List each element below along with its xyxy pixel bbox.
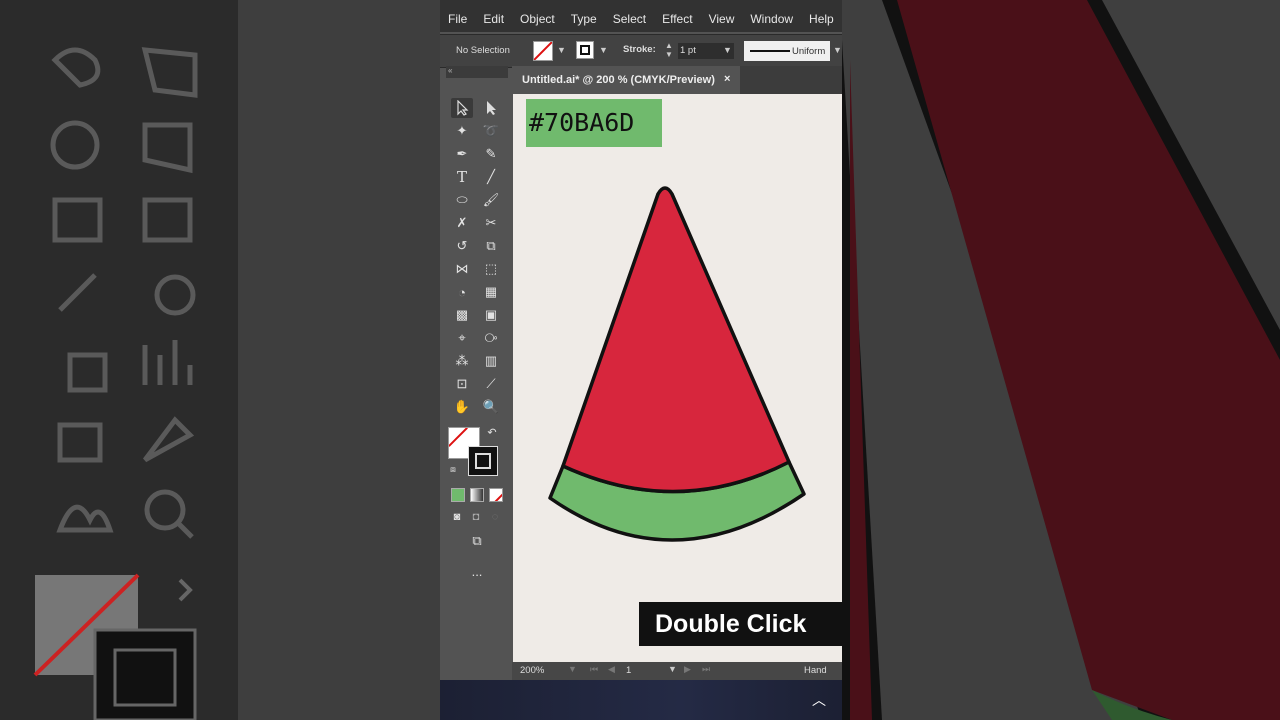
scissors-tool-icon[interactable]: ✂ — [480, 213, 502, 233]
draw-normal-icon[interactable]: ◙ — [448, 508, 466, 526]
tools-panel: « ✦ ➰ ✒ ✎ T ╱ ⬭ 🖌 ✗ ✂ ↺ ⧉ ⋈ ⬚ ◔ ▦ ▩ ▣ ⌖ … — [446, 66, 508, 680]
artboard-tool-icon[interactable]: ⊡ — [451, 374, 473, 394]
width-tool-icon[interactable]: ⋈ — [451, 259, 473, 279]
stroke-dropdown-chevron-icon[interactable]: ▼ — [599, 45, 608, 55]
selection-tool-icon[interactable] — [451, 98, 473, 118]
perspective-grid-tool-icon[interactable]: ▦ — [480, 282, 502, 302]
gradient-tool-icon[interactable]: ▣ — [480, 305, 502, 325]
document-tab-bar: Untitled.ai* @ 200 % (CMYK/Preview) × — [512, 66, 842, 94]
stroke-profile-line-icon — [750, 50, 790, 52]
paintbrush-tool-icon[interactable]: 🖌 — [480, 190, 502, 210]
stroke-weight-chevron-icon[interactable]: ▼ — [723, 45, 732, 55]
type-tool-icon[interactable]: T — [451, 167, 473, 187]
pen-tool-icon[interactable]: ✒ — [451, 144, 473, 164]
title-strip — [440, 0, 842, 8]
selection-status: No Selection — [456, 45, 510, 56]
shape-builder-tool-icon[interactable]: ◔ — [451, 282, 473, 302]
rotate-tool-icon[interactable]: ↺ — [451, 236, 473, 256]
current-tool-label: Hand — [804, 665, 827, 676]
magic-wand-tool-icon[interactable]: ✦ — [451, 121, 473, 141]
color-mode-icon[interactable] — [451, 488, 465, 502]
menu-file[interactable]: File — [440, 8, 475, 32]
default-fill-stroke-icon[interactable]: ⧈ — [447, 463, 459, 475]
collapse-panel-icon[interactable]: « — [448, 66, 452, 75]
edit-toolbar-icon[interactable]: ... — [466, 564, 488, 579]
draw-behind-icon[interactable]: ◘ — [467, 508, 485, 526]
background-zoomed-toolbar — [0, 0, 440, 720]
eyedropper-tool-icon[interactable]: ⌖ — [451, 328, 473, 348]
watermelon-flesh — [561, 186, 791, 494]
status-bar: 200% ▼ ⏮ ◀ 1 ▼ ▶ ⏭ Hand — [512, 662, 842, 680]
caption-overlay: Double Click — [639, 602, 842, 646]
menu-effect[interactable]: Effect — [654, 8, 700, 32]
illustrator-window: File Edit Object Type Select Effect View… — [440, 0, 842, 720]
menu-window[interactable]: Window — [742, 8, 801, 32]
stroke-profile-chevron-icon[interactable]: ▼ — [833, 45, 842, 55]
gradient-mode-icon[interactable] — [470, 488, 484, 502]
zoom-level[interactable]: 200% — [520, 665, 544, 676]
stroke-label: Stroke: — [623, 44, 656, 55]
zoom-chevron-icon[interactable]: ▼ — [568, 664, 577, 674]
last-artboard-icon[interactable]: ⏭ — [702, 664, 710, 675]
first-artboard-icon[interactable]: ⏮ — [590, 664, 598, 675]
draw-inside-icon[interactable]: ◌ — [486, 508, 504, 526]
previous-artboard-icon[interactable]: ◀ — [608, 664, 615, 675]
taskbar: ︿ — [440, 680, 842, 720]
close-tab-icon[interactable]: × — [724, 73, 730, 85]
mesh-tool-icon[interactable]: ▩ — [451, 305, 473, 325]
artboard[interactable]: #70BA6D Double Click — [513, 94, 842, 662]
menu-select[interactable]: Select — [605, 8, 654, 32]
stroke-profile-label: Uniform — [792, 46, 826, 57]
stroke-stepper-icon[interactable]: ▲ ▼ — [665, 41, 673, 59]
stroke-profile-dropdown[interactable]: Uniform — [744, 41, 830, 61]
stroke-color-swatch[interactable] — [468, 446, 498, 476]
background-tool-icons — [33, 47, 198, 720]
blend-tool-icon[interactable]: ⧂ — [480, 328, 502, 348]
menu-type[interactable]: Type — [563, 8, 605, 32]
chevron-up-icon[interactable]: ︿ — [812, 690, 826, 710]
stroke-swatch[interactable] — [576, 41, 594, 59]
menu-help[interactable]: Help — [801, 8, 842, 32]
none-mode-icon[interactable] — [489, 488, 503, 502]
document-tab[interactable]: Untitled.ai* @ 200 % (CMYK/Preview) × — [512, 66, 740, 94]
artboard-chevron-icon[interactable]: ▼ — [668, 664, 677, 674]
fill-dropdown-chevron-icon[interactable]: ▼ — [557, 45, 566, 55]
menu-object[interactable]: Object — [512, 8, 563, 32]
symbol-sprayer-tool-icon[interactable]: ⁂ — [451, 351, 473, 371]
background-zoomed-artwork — [842, 0, 1280, 720]
stroke-swatch-inner-icon — [580, 45, 590, 55]
background-watermelon — [842, 0, 1280, 720]
document-tab-title: Untitled.ai* @ 200 % (CMYK/Preview) — [522, 74, 715, 86]
column-graph-tool-icon[interactable]: ▥ — [480, 351, 502, 371]
scale-tool-icon[interactable]: ⧉ — [480, 236, 502, 256]
direct-selection-tool-icon[interactable] — [480, 98, 502, 118]
ellipse-tool-icon[interactable]: ⬭ — [451, 190, 473, 210]
line-tool-icon[interactable]: ╱ — [480, 167, 502, 187]
artboard-number[interactable]: 1 — [626, 665, 631, 676]
stroke-color-inner-icon — [475, 453, 491, 469]
screen-mode-icon[interactable]: ⧉ — [466, 532, 488, 550]
curvature-tool-icon[interactable]: ✎ — [480, 144, 502, 164]
fill-swatch[interactable] — [533, 41, 553, 61]
menu-edit[interactable]: Edit — [475, 8, 512, 32]
swap-fill-stroke-icon[interactable]: ↶ — [484, 424, 500, 440]
shaper-tool-icon[interactable]: ✗ — [451, 213, 473, 233]
free-transform-tool-icon[interactable]: ⬚ — [480, 259, 502, 279]
tools-panel-header[interactable]: « — [446, 66, 508, 78]
lasso-tool-icon[interactable]: ➰ — [480, 121, 502, 141]
hand-tool-icon[interactable]: ✋ — [451, 397, 473, 417]
menu-bar: File Edit Object Type Select Effect View… — [440, 8, 842, 32]
slice-tool-icon[interactable]: ⟋ — [480, 374, 502, 394]
control-bar: No Selection ▼ ▼ Stroke: ▲ ▼ 1 pt ▼ Unifo… — [440, 34, 842, 68]
menu-view[interactable]: View — [701, 8, 743, 32]
next-artboard-icon[interactable]: ▶ — [684, 664, 691, 675]
zoom-tool-icon[interactable]: 🔍 — [480, 397, 502, 417]
